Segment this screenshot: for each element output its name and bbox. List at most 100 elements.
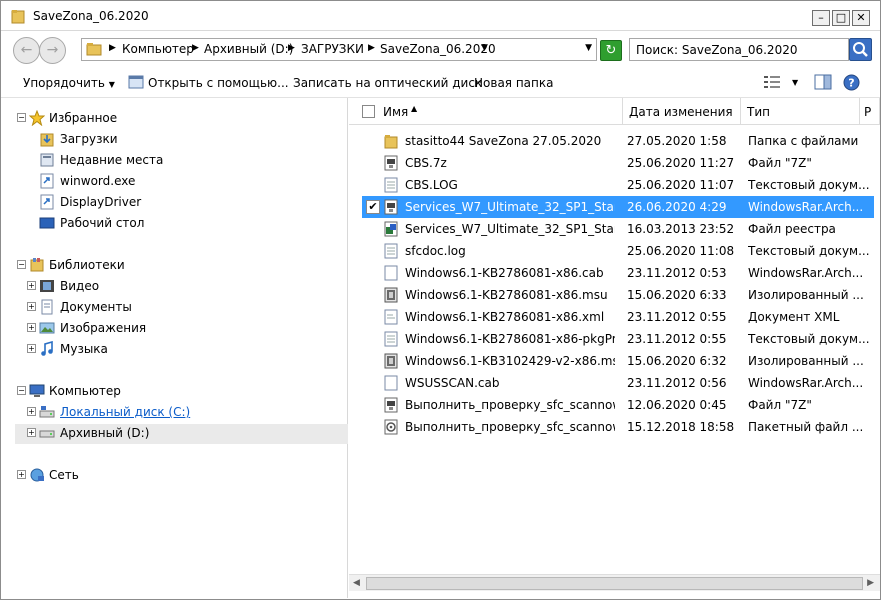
maximize-button[interactable]: □: [832, 10, 850, 26]
chevron-right-icon[interactable]: ▶: [192, 43, 199, 53]
preview-pane-icon[interactable]: [814, 74, 832, 90]
column-header-row: Имя ▲ Дата изменения Тип Р: [349, 98, 880, 125]
file-row[interactable]: Windows6.1-KB2786081-x86.msu 15.06.2020 6…: [362, 284, 874, 306]
file-row[interactable]: sfcdoc.log 25.06.2020 11:08 Текстовый доку…: [362, 240, 874, 262]
file-row[interactable]: WSUSSCAN.cab 23.11.2012 0:56 WindowsRar.Ar…: [362, 372, 874, 394]
expand-icon[interactable]: +: [27, 344, 36, 353]
organize-button[interactable]: Упорядочить ▼: [23, 76, 115, 90]
drive-icon: [39, 430, 55, 438]
column-header-date[interactable]: Дата изменения: [623, 98, 741, 125]
tree-archive-disk-d[interactable]: + Архивный (D:): [15, 424, 348, 444]
scrollbar-thumb[interactable]: [366, 577, 863, 590]
file-row[interactable]: Выполнить_проверку_sfc_scannow.7z 12.06.2…: [362, 394, 874, 416]
search-button[interactable]: [849, 38, 872, 61]
column-header-size[interactable]: Р: [860, 98, 880, 125]
file-name: Windows6.1-KB2786081-x86-pkgProp...: [405, 332, 615, 346]
arrow-right-icon: →: [46, 42, 59, 58]
file-type: Текстовый докум...: [748, 332, 870, 346]
chevron-down-icon[interactable]: ▼: [481, 43, 488, 53]
file-date: 23.11.2012 0:56: [627, 376, 727, 390]
breadcrumb-drive-d[interactable]: Архивный (D:): [204, 42, 293, 56]
search-input[interactable]: Поиск: SaveZona_06.2020: [629, 38, 849, 61]
documents-icon: [41, 299, 53, 315]
file-type: Документ XML: [748, 310, 840, 324]
row-checkbox[interactable]: ✔: [366, 200, 380, 214]
expand-icon[interactable]: +: [27, 428, 36, 437]
collapse-icon[interactable]: −: [17, 113, 26, 122]
file-row[interactable]: Выполнить_проверку_sfc_scannow.... 15.12.…: [362, 416, 874, 438]
expand-icon[interactable]: +: [17, 470, 26, 479]
file-name: WSUSSCAN.cab: [405, 376, 500, 390]
file-date: 26.06.2020 4:29: [627, 200, 727, 214]
archive-icon: [384, 397, 398, 413]
file-row[interactable]: CBS.LOG 25.06.2020 11:07 Текстовый докум..…: [362, 174, 874, 196]
expand-icon[interactable]: +: [27, 407, 36, 416]
file-row[interactable]: Windows6.1-KB2786081-x86.xml 23.11.2012 0…: [362, 306, 874, 328]
file-name: Windows6.1-KB2786081-x86.msu: [405, 288, 608, 302]
batch-file-icon: [384, 419, 398, 435]
file-date: 25.06.2020 11:08: [627, 244, 735, 258]
file-name: Windows6.1-KB2786081-x86.cab: [405, 266, 604, 280]
expand-icon[interactable]: +: [27, 281, 36, 290]
chevron-right-icon[interactable]: ▶: [109, 43, 116, 53]
file-name: Выполнить_проверку_sfc_scannow.7z: [405, 398, 615, 412]
open-with-button[interactable]: Открыть с помощью...: [148, 76, 289, 90]
breadcrumb-computer[interactable]: Компьютер: [122, 42, 194, 56]
new-folder-button[interactable]: Новая папка: [474, 76, 553, 90]
address-bar[interactable]: ▶ Компьютер ▶ Архивный (D:) ▶ ЗАГРУЗКИ ▶…: [81, 38, 597, 61]
file-row[interactable]: Windows6.1-KB2786081-x86-pkgProp... 23.11…: [362, 328, 874, 350]
chevron-right-icon[interactable]: ▶: [368, 43, 375, 53]
file-name: Windows6.1-KB3102429-v2-x86.msu: [405, 354, 615, 368]
help-icon[interactable]: ?: [843, 74, 860, 91]
file-row[interactable]: stasitto44 SaveZona 27.05.2020 27.05.2020…: [362, 130, 874, 152]
scroll-left-icon[interactable]: ◀: [353, 578, 360, 588]
arrow-left-icon: ←: [20, 42, 33, 58]
minimize-button[interactable]: –: [812, 10, 830, 26]
address-dropdown-icon[interactable]: ▼: [585, 43, 592, 53]
refresh-icon: ↻: [605, 43, 617, 58]
burn-disc-button[interactable]: Записать на оптический диск: [293, 76, 482, 90]
scroll-right-icon[interactable]: ▶: [867, 578, 874, 588]
file-row[interactable]: Services_W7_Ultimate_32_SP1_Start_v... 16…: [362, 218, 874, 240]
collapse-icon[interactable]: −: [17, 386, 26, 395]
expand-icon[interactable]: +: [27, 302, 36, 311]
file-date: 23.11.2012 0:53: [627, 266, 727, 280]
file-type: Текстовый докум...: [748, 244, 870, 258]
file-name: CBS.7z: [405, 156, 447, 170]
file-row[interactable]: Windows6.1-KB3102429-v2-x86.msu 15.06.202…: [362, 350, 874, 372]
file-type: WindowsRar.Arch...: [748, 200, 864, 214]
select-all-checkbox[interactable]: [362, 105, 375, 118]
collapse-icon[interactable]: −: [17, 260, 26, 269]
file-type: Пакетный файл ...: [748, 420, 864, 434]
back-button[interactable]: ←: [13, 37, 40, 64]
title-bar: SaveZona_06.2020 – □ ✕: [1, 1, 880, 31]
open-with-icon: [128, 75, 144, 89]
refresh-button[interactable]: ↻: [600, 40, 622, 61]
recent-places-icon: [40, 153, 54, 167]
breadcrumb-downloads[interactable]: ЗАГРУЗКИ: [301, 42, 364, 56]
file-row[interactable]: Windows6.1-KB2786081-x86.cab 23.11.2012 0…: [362, 262, 874, 284]
file-type: WindowsRar.Arch...: [748, 266, 864, 280]
shortcut-icon: [40, 194, 54, 210]
column-header-name[interactable]: Имя ▲: [349, 98, 623, 125]
chevron-down-icon[interactable]: ▼: [792, 78, 798, 87]
file-row[interactable]: ✔ Services_W7_Ultimate_32_SP1_Start_v... 2…: [362, 196, 874, 218]
column-header-type[interactable]: Тип: [741, 98, 860, 125]
breadcrumb-savezona[interactable]: SaveZona_06.2020: [380, 42, 496, 56]
file-date: 23.11.2012 0:55: [627, 332, 727, 346]
file-row[interactable]: CBS.7z 25.06.2020 11:27 Файл "7Z": [362, 152, 874, 174]
forward-button[interactable]: →: [39, 37, 66, 64]
cab-file-icon: [384, 265, 398, 281]
expand-icon[interactable]: +: [27, 323, 36, 332]
file-type: Файл "7Z": [748, 156, 812, 170]
sort-ascending-icon: ▲: [411, 104, 418, 113]
file-type: Файл реестра: [748, 222, 836, 236]
chevron-right-icon[interactable]: ▶: [288, 43, 295, 53]
horizontal-scrollbar[interactable]: ◀ ▶: [349, 574, 880, 591]
video-icon: [40, 280, 54, 292]
close-button[interactable]: ✕: [852, 10, 870, 26]
navigation-pane: − Избранное Загрузки Недавние места winw…: [1, 98, 348, 598]
svg-text:?: ?: [848, 77, 854, 90]
star-icon: [29, 110, 45, 126]
view-options-icon[interactable]: [763, 74, 781, 90]
